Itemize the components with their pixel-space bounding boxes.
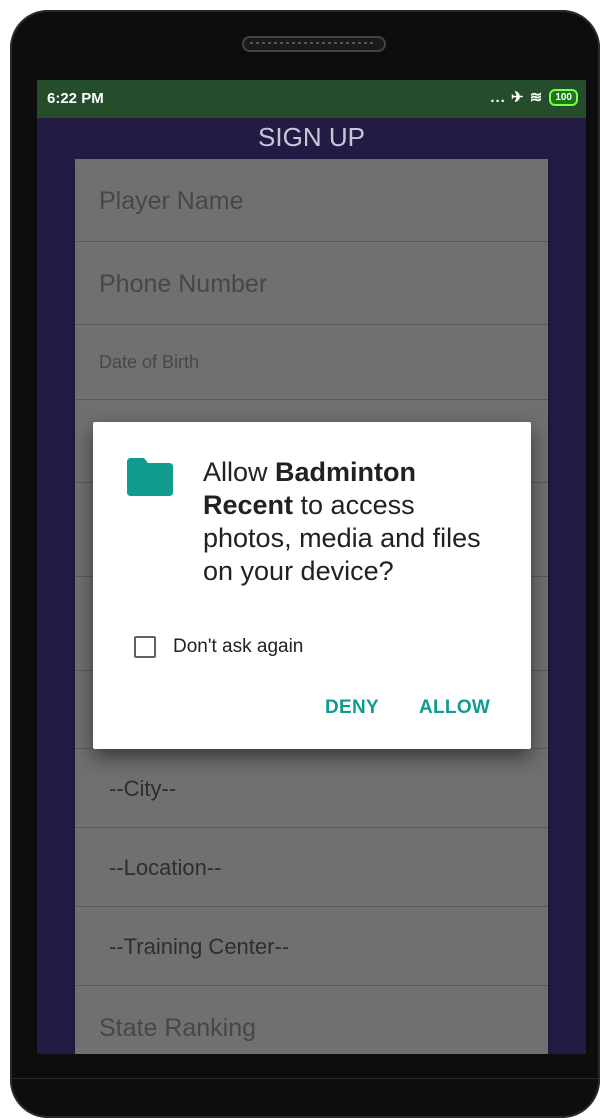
status-time: 6:22 PM [47, 90, 104, 107]
status-bar: 6:22 PM ... ✈ ≋ 100 [37, 80, 586, 118]
dont-ask-again-checkbox[interactable] [134, 636, 156, 658]
state-ranking-field[interactable]: State Ranking [75, 986, 548, 1054]
battery-icon: 100 [549, 88, 578, 106]
training-center-select-label: --Training Center-- [109, 934, 290, 959]
player-name-field[interactable]: Player Name [75, 159, 548, 242]
permission-message: Allow Badminton Recent to access photos,… [203, 456, 503, 588]
location-select-label: --Location-- [109, 855, 222, 880]
player-name-placeholder: Player Name [99, 187, 244, 215]
city-select[interactable]: --City-- [75, 749, 548, 828]
phone-number-placeholder: Phone Number [99, 270, 268, 298]
speaker-grille [250, 42, 374, 44]
status-icons-glyphs: ... ✈ ≋ [490, 89, 544, 106]
phone-speaker [242, 36, 386, 52]
page-title: SIGN UP [258, 122, 365, 152]
folder-icon [127, 458, 173, 496]
status-icons: ... ✈ ≋ 100 [490, 88, 578, 106]
message-prefix: Allow [203, 457, 276, 487]
location-select[interactable]: --Location-- [75, 828, 548, 907]
allow-button[interactable]: ALLOW [419, 697, 490, 719]
dob-placeholder: Date of Birth [99, 352, 200, 372]
state-ranking-placeholder: State Ranking [99, 1014, 257, 1042]
permission-dialog: Allow Badminton Recent to access photos,… [93, 422, 531, 749]
date-of-birth-field[interactable]: Date of Birth [75, 325, 548, 400]
phone-chin [10, 1078, 600, 1119]
training-center-select[interactable]: --Training Center-- [75, 907, 548, 986]
phone-number-field[interactable]: Phone Number [75, 242, 548, 325]
city-select-label: --City-- [109, 776, 177, 801]
deny-button[interactable]: DENY [325, 697, 379, 719]
dont-ask-again-label[interactable]: Don't ask again [173, 636, 303, 658]
